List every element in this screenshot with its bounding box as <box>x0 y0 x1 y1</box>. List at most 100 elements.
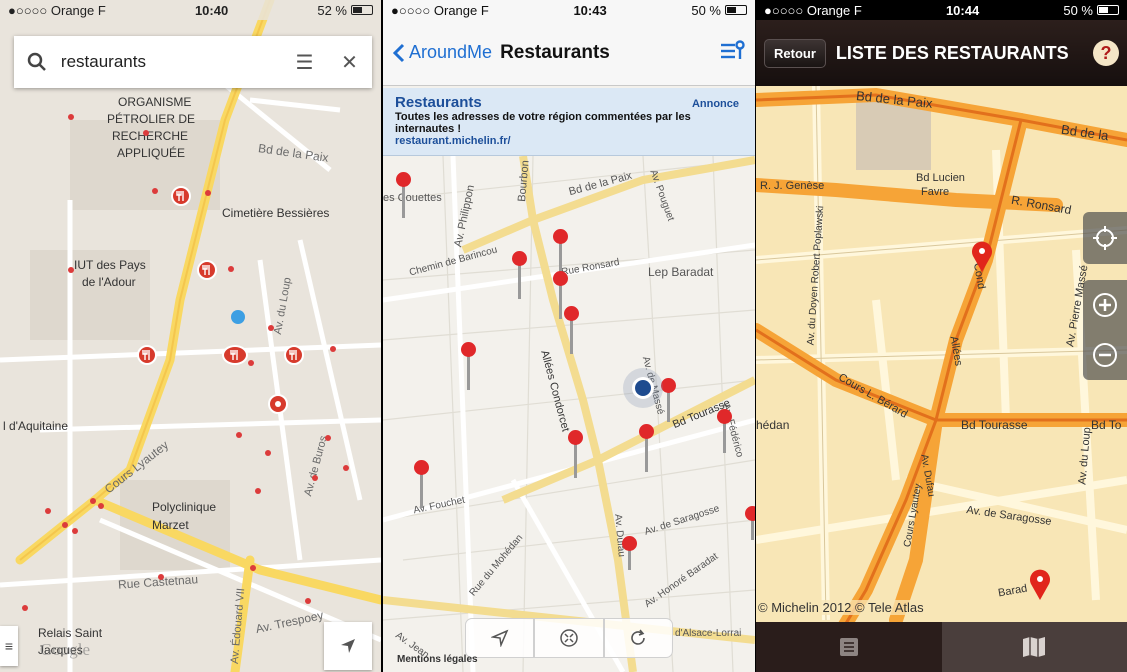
map-label: Bd To <box>1091 418 1122 432</box>
close-icon[interactable]: ✕ <box>327 36 372 88</box>
refresh-button[interactable] <box>603 618 673 658</box>
location-arrow-icon <box>341 639 355 653</box>
restaurant-marker[interactable] <box>1028 568 1052 600</box>
ad-link[interactable]: restaurant.michelin.fr/ <box>395 135 743 147</box>
map-pin[interactable] <box>414 460 429 508</box>
restaurant-marker[interactable] <box>137 345 157 365</box>
screen-aroundme: ●○○○○ Orange F 10:43 50 % AroundMe Resta… <box>383 0 755 672</box>
restaurant-marker[interactable] <box>222 345 248 365</box>
place-dot[interactable] <box>305 598 311 604</box>
place-dot[interactable] <box>312 475 318 481</box>
map-pin[interactable] <box>639 424 654 472</box>
place-dot[interactable] <box>330 346 336 352</box>
map-pin[interactable] <box>396 172 411 218</box>
map-pin[interactable] <box>717 409 732 453</box>
map-pin[interactable] <box>622 536 637 570</box>
restaurant-marker[interactable] <box>970 240 994 272</box>
legal-link[interactable]: Mentions légales <box>397 654 478 665</box>
map-pin[interactable] <box>661 378 676 422</box>
battery-percent: 52 % <box>317 2 347 18</box>
map-pin[interactable] <box>568 430 583 478</box>
map-label: PÉTROLIER DE <box>107 112 196 126</box>
place-dot[interactable] <box>268 325 274 331</box>
navigation-bar: Retour LISTE DES RESTAURANTS ? <box>756 20 1127 86</box>
clock: 10:43 <box>573 2 607 18</box>
map-label: Cimetière Bessières <box>222 206 330 220</box>
place-dot[interactable] <box>343 465 349 471</box>
place-dot[interactable] <box>255 488 261 494</box>
fit-pins-button[interactable] <box>534 618 604 658</box>
map-label: IUT des Pays <box>74 258 146 272</box>
zoom-out-icon[interactable] <box>1092 342 1118 368</box>
help-button[interactable]: ? <box>1093 40 1119 66</box>
map-label: Bd Lucien <box>916 172 965 184</box>
place-dot[interactable] <box>72 528 78 534</box>
clock: 10:40 <box>194 2 229 18</box>
place-dot[interactable] <box>152 188 158 194</box>
crosshair-icon <box>1093 226 1117 250</box>
back-button[interactable]: AroundMe <box>393 42 492 63</box>
map-label: ORGANISME <box>118 95 192 109</box>
screen-google-maps: ●○○○○ Orange F 10:40 52 % ☰ ✕ ORGANISME … <box>0 0 381 672</box>
place-dot[interactable] <box>248 360 254 366</box>
map-label: d'Alsace-Lorrai <box>675 628 742 639</box>
restaurant-marker[interactable] <box>268 394 288 414</box>
navigation-bar: AroundMe Restaurants <box>383 20 755 86</box>
restaurant-marker[interactable] <box>284 345 304 365</box>
map-pin[interactable] <box>564 306 579 354</box>
place-dot[interactable] <box>143 130 149 136</box>
place-dot[interactable] <box>228 266 234 272</box>
clock: 10:44 <box>945 2 980 18</box>
map-pin[interactable] <box>745 506 755 540</box>
restaurant-marker[interactable] <box>171 186 191 206</box>
place-dot[interactable] <box>325 435 331 441</box>
carrier-label: ●○○○○ Orange F <box>8 2 106 18</box>
place-dot[interactable] <box>62 522 68 528</box>
back-button[interactable]: Retour <box>764 38 826 68</box>
place-dot[interactable] <box>250 565 256 571</box>
zoom-in-icon[interactable] <box>1092 292 1118 318</box>
search-bar[interactable]: ☰ ✕ <box>14 36 372 88</box>
map-label: hédan <box>756 418 790 432</box>
map-label: Bd Tourasse <box>961 418 1028 432</box>
map-pin[interactable] <box>512 251 527 299</box>
map-pin[interactable] <box>553 271 568 319</box>
carrier-label: ●○○○○ Orange F <box>391 2 489 18</box>
place-dot[interactable] <box>98 503 104 509</box>
screen-michelin: ●○○○○ Orange F 10:44 50 % Retour LISTE D… <box>756 0 1127 672</box>
page-title: LISTE DES RESTAURANTS <box>835 42 1069 63</box>
tab-list[interactable] <box>756 622 942 672</box>
place-dot[interactable] <box>236 432 242 438</box>
place-dot[interactable] <box>68 267 74 273</box>
map-label: APPLIQUÉE <box>117 146 186 160</box>
current-location-dot <box>231 310 245 324</box>
menu-icon: ≡ <box>4 638 14 654</box>
status-bar: ●○○○○ Orange F 10:44 50 % <box>756 0 1127 20</box>
search-icon <box>14 52 61 72</box>
place-dot[interactable] <box>205 190 211 196</box>
advertisement-banner[interactable]: Restaurants Annonce Toutes les adresses … <box>383 88 755 156</box>
map-label: Favre <box>921 186 950 198</box>
tab-map[interactable] <box>941 622 1127 672</box>
place-dot[interactable] <box>45 508 51 514</box>
navigate-button[interactable] <box>465 618 535 658</box>
list-view-icon[interactable]: ☰ <box>282 36 327 88</box>
ad-description: Toutes les adresses de votre région comm… <box>395 111 691 135</box>
map-label: es Couettes <box>383 192 442 204</box>
list-menu-button[interactable]: ≡ <box>0 626 18 666</box>
restaurant-marker[interactable] <box>197 260 217 280</box>
back-button-label: AroundMe <box>409 42 493 62</box>
zoom-controls <box>1083 280 1127 380</box>
place-dot[interactable] <box>158 574 164 580</box>
place-dot[interactable] <box>22 605 28 611</box>
ad-title: Restaurants <box>395 94 482 111</box>
place-dot[interactable] <box>68 114 74 120</box>
locate-button[interactable] <box>1083 212 1127 264</box>
place-dot[interactable] <box>90 498 96 504</box>
filter-list-button[interactable] <box>719 39 745 66</box>
search-input[interactable] <box>60 52 282 72</box>
place-dot[interactable] <box>265 450 271 456</box>
battery-percent: 50 % <box>691 2 721 18</box>
map-pin[interactable] <box>461 342 476 390</box>
my-location-button[interactable] <box>324 622 372 670</box>
